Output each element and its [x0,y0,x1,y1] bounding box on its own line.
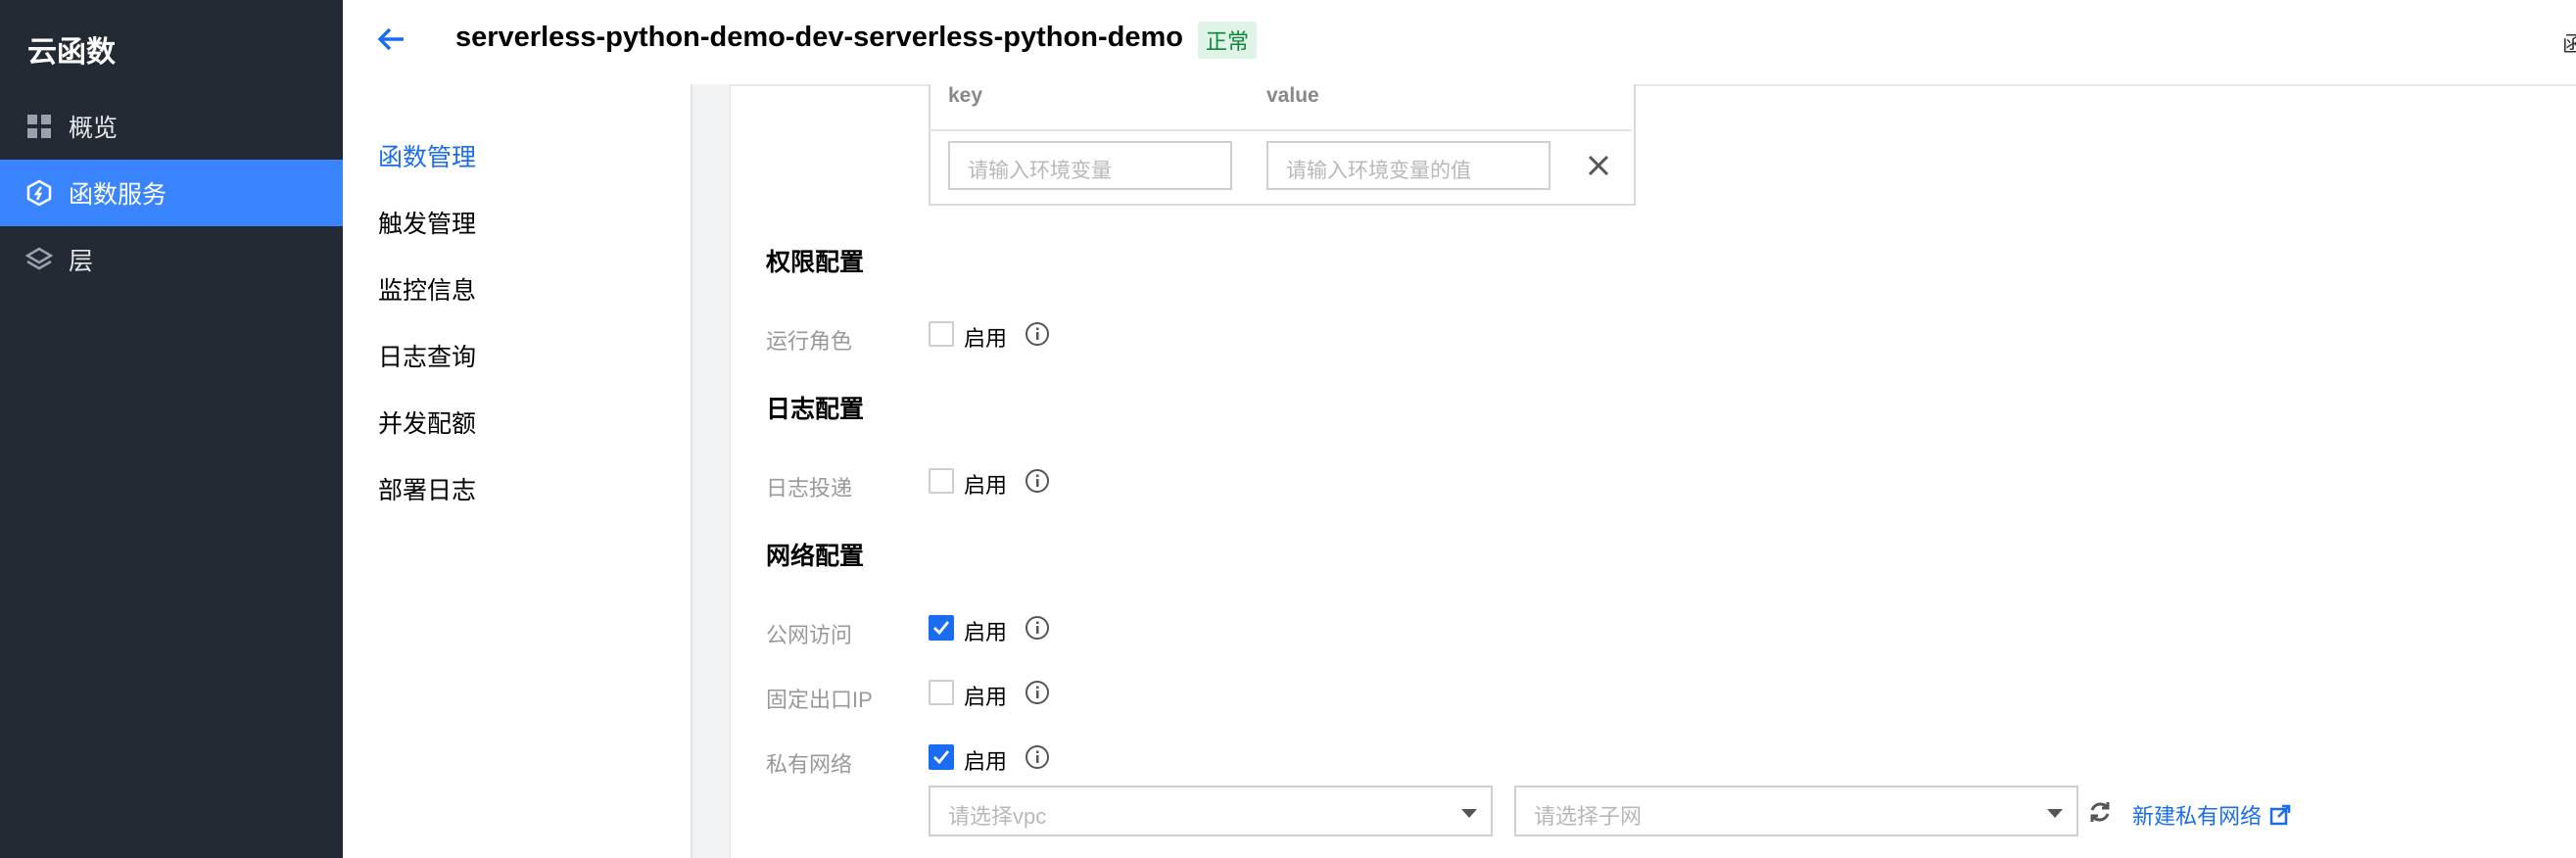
refresh-button[interactable] [2086,798,2114,826]
subnav-monitoring[interactable]: 监控信息 [378,271,476,307]
public-access-label: 公网访问 [766,623,853,647]
chevron-down-icon [2047,809,2063,818]
info-icon[interactable] [1025,744,1050,770]
function-service-icon [25,179,53,207]
public-access-checkbox[interactable] [929,615,954,641]
info-icon[interactable] [1025,468,1050,494]
chevron-down-icon [1461,809,1477,818]
fixed-ip-label: 固定出口IP [766,688,873,712]
sidebar-item-label: 函数服务 [69,181,167,209]
vpc-select[interactable]: 请选择vpc [929,786,1493,836]
subnav-deploy-logs[interactable]: 部署日志 [378,471,476,506]
close-icon [1588,155,1609,176]
arrow-left-icon [377,27,404,51]
external-link-icon [2269,804,2291,826]
sidebar-item-label: 概览 [69,115,119,142]
run-role-label: 运行角色 [766,329,853,354]
check-icon [933,750,950,765]
subnav-function-management[interactable]: 函数管理 [378,138,476,173]
sidebar-item-layers[interactable]: 层 [0,226,343,293]
sidebar-item-overview[interactable]: 概览 [0,93,343,160]
info-icon[interactable] [1025,321,1050,347]
run-role-checkbox[interactable] [929,321,954,347]
page-title: serverless-python-demo-dev-serverless-py… [455,22,1183,53]
subnet-select[interactable]: 请选择子网 [1514,786,2078,836]
permission-section-title: 权限配置 [766,249,865,276]
env-col-value: value [1266,84,1319,107]
refresh-icon [2090,802,2110,822]
new-vpc-link-text: 新建私有网络 [2132,804,2263,829]
header-truncated-glyph: 函 [2562,32,2576,57]
dashboard-icon [25,113,53,140]
content-gutter [692,84,731,858]
delete-env-button[interactable] [1587,154,1610,177]
vpc-enable-label: 启用 [964,749,1008,774]
subnav-concurrency-quota[interactable]: 并发配额 [378,405,476,440]
info-icon[interactable] [1025,615,1050,641]
sidebar-item-label: 层 [69,248,94,275]
network-section-title: 网络配置 [766,543,865,570]
new-vpc-link[interactable]: 新建私有网络 [2132,799,2291,831]
subnet-select-placeholder: 请选择子网 [1534,804,1643,829]
layers-icon [25,246,53,273]
env-key-input[interactable]: 请输入环境变量 [948,141,1232,190]
log-delivery-checkbox[interactable] [929,468,954,494]
env-value-input[interactable]: 请输入环境变量的值 [1266,141,1550,190]
check-icon [933,621,950,636]
vpc-select-placeholder: 请选择vpc [948,804,1047,829]
subnav-log-query[interactable]: 日志查询 [378,338,476,373]
info-icon[interactable] [1025,680,1050,705]
fixed-ip-checkbox[interactable] [929,680,954,705]
vpc-label: 私有网络 [766,752,853,777]
run-role-enable-label: 启用 [964,326,1008,351]
public-access-enable-label: 启用 [964,620,1008,644]
vpc-checkbox[interactable] [929,744,954,770]
subnav-trigger-management[interactable]: 触发管理 [378,205,476,240]
app-title: 云函数 [27,36,116,69]
log-delivery-enable-label: 启用 [964,473,1008,498]
env-col-key: key [948,84,983,107]
sidebar-item-function-service[interactable]: 函数服务 [0,160,343,226]
log-section-title: 日志配置 [766,396,865,423]
status-badge: 正常 [1198,22,1258,59]
log-delivery-label: 日志投递 [766,476,853,500]
fixed-ip-enable-label: 启用 [964,685,1008,709]
back-button[interactable] [374,22,409,57]
